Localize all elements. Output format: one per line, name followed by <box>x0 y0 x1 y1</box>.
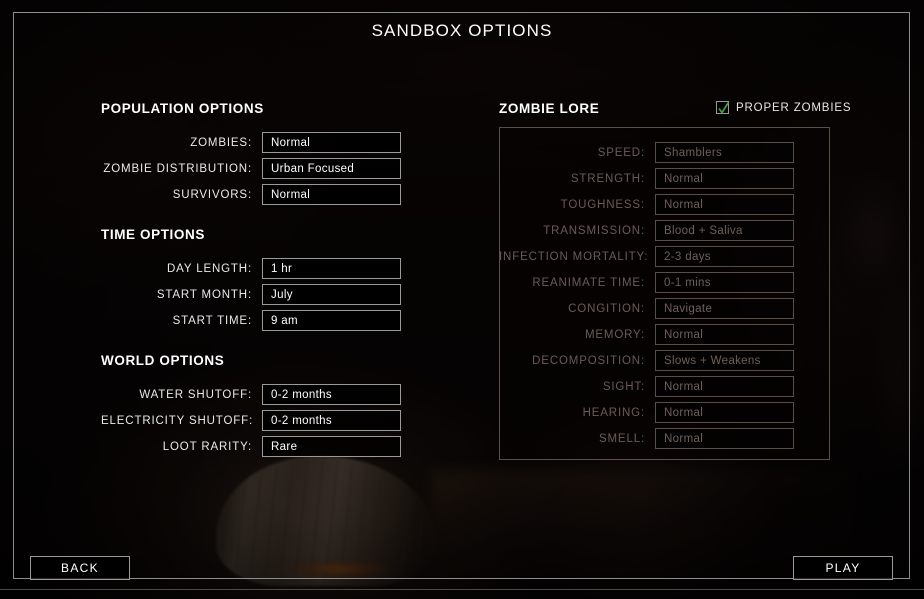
proper-zombies-label: PROPER ZOMBIES <box>736 101 852 114</box>
option-row-congition: CONGITION: Navigate <box>499 298 794 319</box>
option-label-transmission: TRANSMISSION: <box>543 224 645 237</box>
back-button[interactable]: BACK <box>30 556 130 580</box>
option-label-day-length: DAY LENGTH: <box>167 262 252 275</box>
option-row-electricity-shutoff[interactable]: ELECTRICITY SHUTOFF: 0-2 months <box>101 410 401 431</box>
option-label-smell: SMELL: <box>598 432 645 445</box>
option-row-strength: STRENGTH: Normal <box>499 168 794 189</box>
option-value-infection-mortality: 2-3 days <box>655 246 794 267</box>
option-value-start-time[interactable]: 9 am <box>262 310 401 331</box>
footer-divider <box>0 589 924 590</box>
option-value-water-shutoff[interactable]: 0-2 months <box>262 384 401 405</box>
option-row-reanimate-time: REANIMATE TIME: 0-1 mins <box>499 272 794 293</box>
option-row-zombies[interactable]: ZOMBIES: Normal <box>101 132 401 153</box>
option-label-zombies: ZOMBIES: <box>190 136 252 149</box>
option-label-water-shutoff: WATER SHUTOFF: <box>139 388 252 401</box>
option-value-electricity-shutoff[interactable]: 0-2 months <box>262 410 401 431</box>
option-row-sight: SIGHT: Normal <box>499 376 794 397</box>
option-row-zombie-distribution[interactable]: ZOMBIE DISTRIBUTION: Urban Focused <box>101 158 401 179</box>
option-value-decomposition: Slows + Weakens <box>655 350 794 371</box>
background-figure <box>816 140 924 470</box>
option-label-start-time: START TIME: <box>172 314 252 327</box>
option-value-transmission: Blood + Saliva <box>655 220 794 241</box>
option-row-smell: SMELL: Normal <box>499 428 794 449</box>
section-heading-world: WORLD OPTIONS <box>101 353 225 368</box>
option-row-water-shutoff[interactable]: WATER SHUTOFF: 0-2 months <box>101 384 401 405</box>
option-value-speed: Shamblers <box>655 142 794 163</box>
option-label-electricity-shutoff: ELECTRICITY SHUTOFF: <box>101 414 254 427</box>
option-row-memory: MEMORY: Normal <box>499 324 794 345</box>
page-title: SANDBOX OPTIONS <box>371 21 553 40</box>
option-value-loot-rarity[interactable]: Rare <box>262 436 401 457</box>
checkmark-icon <box>718 102 730 114</box>
option-label-sight: SIGHT: <box>602 380 645 393</box>
option-value-survivors[interactable]: Normal <box>262 184 401 205</box>
option-value-reanimate-time: 0-1 mins <box>655 272 794 293</box>
option-value-strength: Normal <box>655 168 794 189</box>
option-value-congition: Navigate <box>655 298 794 319</box>
option-label-memory: MEMORY: <box>584 328 645 341</box>
option-row-transmission: TRANSMISSION: Blood + Saliva <box>499 220 794 241</box>
option-label-loot-rarity: LOOT RARITY: <box>162 440 252 453</box>
option-row-survivors[interactable]: SURVIVORS: Normal <box>101 184 401 205</box>
option-value-start-month[interactable]: July <box>262 284 401 305</box>
option-row-infection-mortality: INFECTION MORTALITY: 2-3 days <box>499 246 794 267</box>
option-row-start-month[interactable]: START MONTH: July <box>101 284 401 305</box>
option-value-smell: Normal <box>655 428 794 449</box>
checkbox-box[interactable] <box>716 101 730 114</box>
option-label-strength: STRENGTH: <box>570 172 645 185</box>
background-ember-glow <box>262 552 412 586</box>
option-label-infection-mortality: INFECTION MORTALITY: <box>499 250 649 263</box>
option-label-zombie-distribution: ZOMBIE DISTRIBUTION: <box>103 162 252 175</box>
option-label-start-month: START MONTH: <box>156 288 252 301</box>
option-label-congition: CONGITION: <box>568 302 645 315</box>
option-value-toughness: Normal <box>655 194 794 215</box>
section-heading-zombie-lore: ZOMBIE LORE <box>499 101 600 116</box>
option-row-hearing: HEARING: Normal <box>499 402 794 423</box>
option-row-speed: SPEED: Shamblers <box>499 142 794 163</box>
play-button[interactable]: PLAY <box>793 556 893 580</box>
option-value-zombies[interactable]: Normal <box>262 132 401 153</box>
option-label-speed: SPEED: <box>597 146 645 159</box>
option-row-toughness: TOUGHNESS: Normal <box>499 194 794 215</box>
option-value-day-length[interactable]: 1 hr <box>262 258 401 279</box>
option-label-decomposition: DECOMPOSITION: <box>532 354 645 367</box>
option-value-zombie-distribution[interactable]: Urban Focused <box>262 158 401 179</box>
option-label-survivors: SURVIVORS: <box>172 188 252 201</box>
option-row-decomposition: DECOMPOSITION: Slows + Weakens <box>499 350 794 371</box>
sandbox-options-screen: SANDBOX OPTIONS POPULATION OPTIONS ZOMBI… <box>0 0 924 599</box>
option-label-reanimate-time: REANIMATE TIME: <box>532 276 645 289</box>
section-heading-time: TIME OPTIONS <box>101 227 205 242</box>
background-table <box>430 470 850 580</box>
proper-zombies-checkbox[interactable]: PROPER ZOMBIES <box>716 101 851 114</box>
option-row-day-length[interactable]: DAY LENGTH: 1 hr <box>101 258 401 279</box>
option-label-toughness: TOUGHNESS: <box>560 198 645 211</box>
section-heading-population: POPULATION OPTIONS <box>101 101 264 116</box>
option-value-memory: Normal <box>655 324 794 345</box>
option-row-start-time[interactable]: START TIME: 9 am <box>101 310 401 331</box>
option-value-hearing: Normal <box>655 402 794 423</box>
option-value-sight: Normal <box>655 376 794 397</box>
option-label-hearing: HEARING: <box>582 406 645 419</box>
option-row-loot-rarity[interactable]: LOOT RARITY: Rare <box>101 436 401 457</box>
